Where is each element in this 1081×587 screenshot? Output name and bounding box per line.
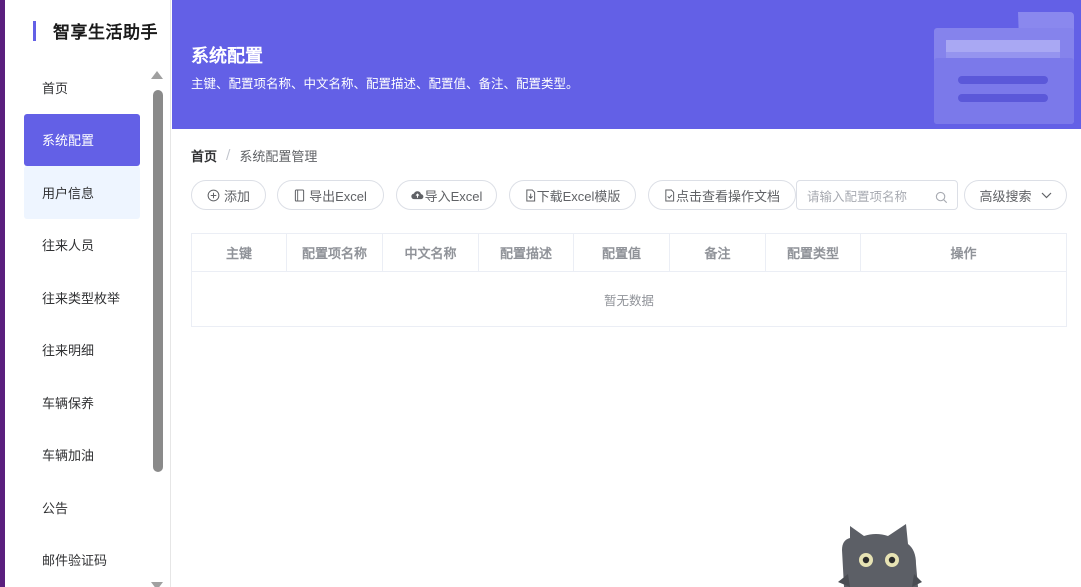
page-title: 系统配置 xyxy=(191,46,263,67)
view-docs-label: 点击查看操作文档 xyxy=(675,188,780,204)
sidebar-item-contact-details[interactable]: 往来明细 xyxy=(24,324,140,377)
plus-circle-icon xyxy=(207,189,220,202)
folder-icon xyxy=(932,8,1080,129)
sidebar-item-home[interactable]: 首页 xyxy=(24,61,140,114)
sidebar-item-announcements[interactable]: 公告 xyxy=(24,481,140,534)
config-table: 主键 配置项名称 中文名称 配置描述 配置值 备注 配置类型 操作 暂无数据 xyxy=(191,233,1067,327)
import-excel-button[interactable]: 导入Excel xyxy=(396,180,497,210)
column-header-config-value: 配置值 xyxy=(574,234,670,271)
sidebar-item-vehicle-refuel[interactable]: 车辆加油 xyxy=(24,429,140,482)
breadcrumb: 首页 / 系统配置管理 xyxy=(191,146,317,165)
app-title: 智享生活助手 xyxy=(53,23,158,43)
sidebar-item-contact-types[interactable]: 往来类型枚举 xyxy=(24,271,140,324)
brand: 智享生活助手 xyxy=(33,18,158,43)
add-button[interactable]: 添加 xyxy=(191,180,266,210)
breadcrumb-current: 系统配置管理 xyxy=(239,150,318,165)
column-header-config-name: 配置项名称 xyxy=(287,234,383,271)
sidebar-item-user-info[interactable]: 用户信息 xyxy=(24,166,140,219)
search-box xyxy=(796,180,958,210)
document-check-icon xyxy=(664,188,675,202)
sidebar-menu: 首页 系统配置 用户信息 往来人员 往来类型枚举 往来明细 车辆保养 车辆加油 … xyxy=(24,61,140,586)
sidebar-item-email-codes[interactable]: 邮件验证码 xyxy=(24,534,140,587)
brand-accent-bar xyxy=(33,20,36,41)
export-excel-label: 导出Excel xyxy=(309,188,367,204)
view-docs-button[interactable]: 点击查看操作文档 xyxy=(648,180,796,210)
column-header-actions: 操作 xyxy=(950,247,977,262)
table-header: 主键 配置项名称 中文名称 配置描述 配置值 备注 配置类型 操作 xyxy=(192,234,1066,272)
chevron-down-icon xyxy=(1041,192,1052,199)
advanced-search-label: 高级搜索 xyxy=(979,188,1032,204)
column-header-config-description: 配置描述 xyxy=(479,234,574,271)
document-icon xyxy=(294,188,305,202)
search-input[interactable] xyxy=(807,187,931,205)
table-empty-text: 暂无数据 xyxy=(603,292,654,308)
cloud-upload-icon xyxy=(410,189,424,201)
column-header-config-type: 配置类型 xyxy=(766,234,861,271)
sidebar-item-contacts[interactable]: 往来人员 xyxy=(24,219,140,272)
scrollbar-up-arrow[interactable] xyxy=(151,71,163,79)
sidebar: 智享生活助手 首页 系统配置 用户信息 往来人员 往来类型枚举 往来明细 车辆保… xyxy=(5,0,171,587)
page-description: 主键、配置项名称、中文名称、配置描述、配置值、备注、配置类型。 xyxy=(191,76,579,91)
sidebar-item-system-config[interactable]: 系统配置 xyxy=(24,113,140,166)
breadcrumb-separator: / xyxy=(226,148,231,163)
advanced-search-button[interactable]: 高级搜索 xyxy=(964,180,1067,210)
scrollbar-down-arrow[interactable] xyxy=(151,582,163,587)
sidebar-item-vehicle-maintenance[interactable]: 车辆保养 xyxy=(24,376,140,429)
download-template-button[interactable]: 下载Excel模版 xyxy=(509,180,636,210)
column-header-remark: 备注 xyxy=(670,234,766,271)
column-header-chinese-name: 中文名称 xyxy=(383,234,479,271)
sidebar-scrollbar-thumb[interactable] xyxy=(153,90,163,472)
column-header-primary-key: 主键 xyxy=(192,234,287,271)
document-download-icon xyxy=(525,188,536,202)
import-excel-label: 导入Excel xyxy=(424,188,483,204)
page-banner: 系统配置 主键、配置项名称、中文名称、配置描述、配置值、备注、配置类型。 xyxy=(172,0,1081,129)
add-button-label: 添加 xyxy=(223,188,250,204)
export-excel-button[interactable]: 导出Excel xyxy=(277,180,384,210)
download-template-label: 下载Excel模版 xyxy=(536,188,621,204)
breadcrumb-home[interactable]: 首页 xyxy=(191,146,217,165)
search-icon[interactable] xyxy=(935,189,948,208)
cat-mascot-icon[interactable] xyxy=(838,520,922,587)
